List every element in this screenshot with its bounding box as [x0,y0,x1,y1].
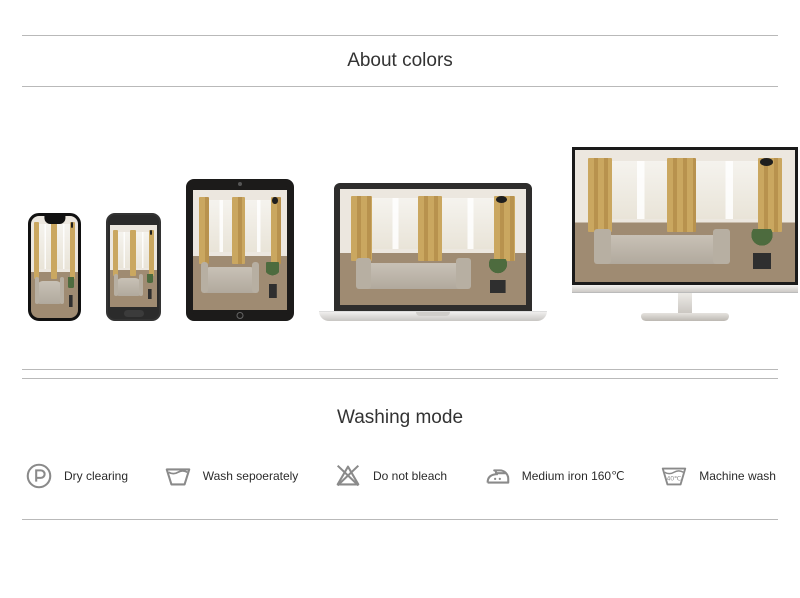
home-button-icon [237,312,244,319]
care-label: Machine wash [699,469,776,483]
wash-basin-icon [163,461,193,491]
care-instructions-row: Dry clearing Wash sepoerately Do not ble… [0,461,800,519]
camera-icon [238,182,242,186]
care-label: Do not bleach [373,469,447,483]
temp-text: 40℃ [667,476,682,483]
care-label: Wash sepoerately [203,469,299,483]
laptop-base [319,311,547,321]
dry-clean-p-icon [24,461,54,491]
device-monitor [572,147,798,321]
device-phone-android [106,213,161,321]
phone-notch [44,216,65,224]
device-laptop [319,183,547,321]
no-bleach-icon [333,461,363,491]
care-machine-wash: 40℃ Machine wash [659,461,776,491]
about-colors-heading: About colors [0,36,800,86]
device-phone-notch [28,213,81,321]
monitor-chin [572,285,798,293]
home-button-icon [124,310,144,317]
room-scene [110,225,157,307]
care-label: Medium iron 160℃ [522,469,625,483]
iron-icon [482,461,512,491]
care-label: Dry clearing [64,469,128,483]
monitor-foot [641,313,729,321]
device-preview-row [0,87,800,369]
room-scene [31,216,78,318]
care-no-bleach: Do not bleach [333,461,447,491]
machine-wash-40-icon: 40℃ [659,461,689,491]
room-scene [575,150,795,282]
washing-mode-heading: Washing mode [0,379,800,461]
room-scene [193,190,287,310]
care-medium-iron: Medium iron 160℃ [482,461,625,491]
care-dry-clean: Dry clearing [24,461,128,491]
device-tablet [186,179,294,321]
care-wash-separately: Wash sepoerately [163,461,299,491]
rule-bottom [22,519,778,520]
monitor-neck [678,293,692,313]
room-scene [340,189,526,305]
